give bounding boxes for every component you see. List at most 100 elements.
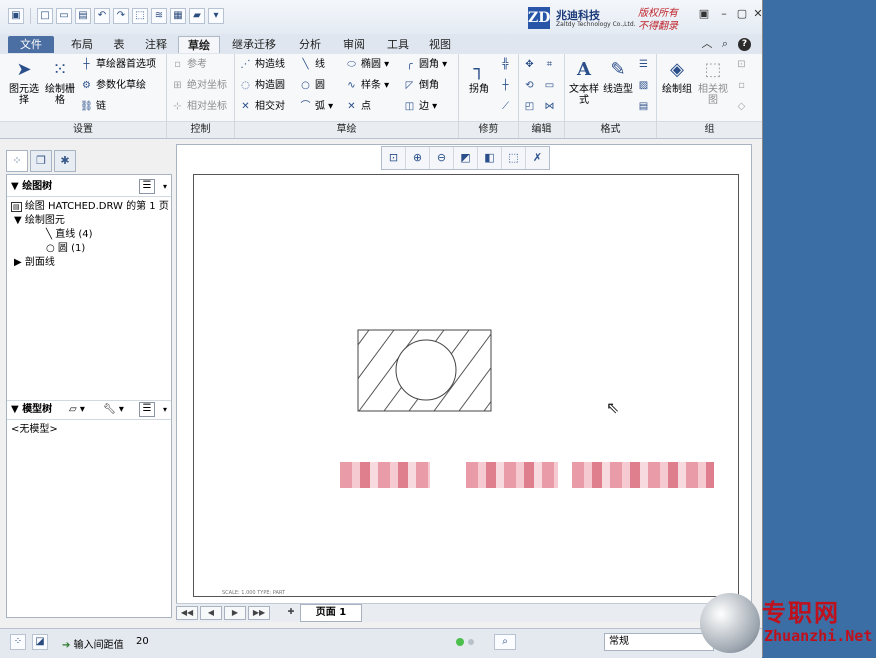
app-icon[interactable]: ▣ xyxy=(8,8,24,24)
group-label-control[interactable]: 控制 xyxy=(167,121,234,138)
browser-toggle-icon[interactable]: ◪ xyxy=(32,634,48,650)
mirror-icon[interactable]: ⋈ xyxy=(543,98,559,116)
group-option-3-icon[interactable]: ◇ xyxy=(735,98,751,116)
corner-button[interactable]: ┐ 拐角 xyxy=(463,58,495,95)
search-icon[interactable]: ⌕ xyxy=(718,38,732,50)
drawing-sheet[interactable]: SCALE: 1.000 TYPE: PART xyxy=(193,174,739,597)
layer-icon[interactable]: ▤ xyxy=(637,98,653,116)
new-icon[interactable]: □ xyxy=(37,8,53,24)
zoom-out-icon[interactable]: ⊖ xyxy=(430,147,454,169)
display-style-icon[interactable]: ◧ xyxy=(478,147,502,169)
group-label-format[interactable]: 格式 xyxy=(565,121,656,138)
chevron-down-icon[interactable]: ▾ xyxy=(163,401,167,419)
construct-line-button[interactable]: ⋰ 构造线 xyxy=(239,56,286,74)
delete-segment-icon[interactable]: ⟋ xyxy=(499,98,515,116)
chevron-down-icon[interactable]: ▾ xyxy=(163,178,167,196)
edge-button[interactable]: ◫ 边 ▾ xyxy=(403,98,437,116)
collapse-model-icon[interactable]: ▼ xyxy=(11,404,19,415)
group-option-2-icon[interactable]: ▫ xyxy=(735,77,751,95)
page-tab[interactable]: 页面 1 xyxy=(300,604,362,622)
move-icon[interactable]: ✥ xyxy=(523,56,539,74)
abs-coord-button[interactable]: ⊞ 绝对坐标 xyxy=(171,77,227,95)
tab-view[interactable]: 视图 xyxy=(420,36,460,53)
sketcher-prefs-button[interactable]: ┼ 草绘器首选项 xyxy=(80,56,156,74)
fillet-button[interactable]: ╭ 圆角 ▾ xyxy=(403,56,447,74)
undo-icon[interactable]: ↶ xyxy=(94,8,110,24)
collapse-ribbon-icon[interactable]: ︿ xyxy=(700,38,714,50)
close-button[interactable]: ✕ xyxy=(751,8,765,20)
group-label-edit[interactable]: 编辑 xyxy=(519,121,564,138)
find-icon[interactable]: ⌕ xyxy=(494,634,516,650)
tools-icon[interactable]: 🔧︎ ▾ xyxy=(103,401,124,419)
prev-page-icon[interactable]: ◀ xyxy=(200,606,222,620)
tree-tab-icon[interactable]: ⁘ xyxy=(6,150,28,172)
tree-root[interactable]: ▤ 绘图 HATCHED.DRW 的第 1 页 xyxy=(11,200,169,214)
filter-select[interactable]: 常规 xyxy=(604,633,714,651)
grid-button[interactable]: ⁙ 绘制栅格 xyxy=(44,58,76,106)
collapse-icon[interactable]: ▼ xyxy=(11,181,19,192)
help-icon[interactable]: ? xyxy=(738,38,751,51)
tab-tools[interactable]: 工具 xyxy=(378,36,418,53)
tab-sketch[interactable]: 草绘 xyxy=(178,36,220,53)
open-icon[interactable]: ▭ xyxy=(56,8,72,24)
group-label-settings[interactable]: 设置 xyxy=(0,121,166,138)
tree-node-section[interactable]: ▶ 剖面线 xyxy=(14,256,55,269)
customize-icon[interactable]: ▾ xyxy=(208,8,224,24)
select-button[interactable]: ➤ 图元选择 xyxy=(8,58,40,106)
related-view-button[interactable]: ⬚ 相关视图 xyxy=(695,58,731,106)
tree-node-circle[interactable]: ○ 圆 (1) xyxy=(46,242,85,255)
regenerate-icon[interactable]: ≋ xyxy=(151,8,167,24)
param-sketch-button[interactable]: ⚙ 参数化草绘 xyxy=(80,77,146,95)
tab-annotate[interactable]: 注释 xyxy=(136,36,176,53)
point-button[interactable]: ✕ 点 xyxy=(345,98,371,116)
datum-display-icon[interactable]: ⬚ xyxy=(502,147,526,169)
stretch-icon[interactable]: ⌗ xyxy=(543,56,559,74)
zoom-fit-icon[interactable]: ⊡ xyxy=(382,147,406,169)
windows-icon[interactable]: ▦ xyxy=(170,8,186,24)
tab-legacy-migration[interactable]: 继承迁移 xyxy=(222,36,286,53)
split-icon[interactable]: ┼ xyxy=(499,77,515,95)
intersect-button[interactable]: ✕ 相交对 xyxy=(239,98,285,116)
spline-button[interactable]: ∿ 样条 ▾ xyxy=(345,77,389,95)
add-page-icon[interactable]: ✚ xyxy=(280,606,302,620)
construct-circle-button[interactable]: ◌ 构造圆 xyxy=(239,77,285,95)
close-window-icon[interactable]: ▰ xyxy=(189,8,205,24)
tab-layout[interactable]: 布局 xyxy=(62,36,102,53)
display-icon[interactable]: ▱ ▾ xyxy=(69,401,85,419)
navigator-toggle-icon[interactable]: ⁘ xyxy=(10,634,26,650)
draw-group-button[interactable]: ◈ 绘制组 xyxy=(659,58,695,95)
layers-tab-icon[interactable]: ❐ xyxy=(30,150,52,172)
app-icon-small[interactable]: ▣ xyxy=(697,8,711,20)
tree-node-sketched[interactable]: ▼ 绘制图元 xyxy=(14,214,65,227)
group-label-trim[interactable]: 修剪 xyxy=(459,121,518,138)
tab-file[interactable]: 文件 xyxy=(8,36,54,53)
group-label-sketch[interactable]: 草绘 xyxy=(235,121,458,138)
model-settings-icon[interactable]: ☰ xyxy=(139,402,155,417)
chamfer-button[interactable]: ◸ 倒角 xyxy=(403,77,439,95)
zoom-in-icon[interactable]: ⊕ xyxy=(406,147,430,169)
first-page-icon[interactable]: ◀◀ xyxy=(176,606,198,620)
line-style-button[interactable]: ✎ 线造型 xyxy=(601,58,635,95)
line-button[interactable]: ╲ 线 xyxy=(299,56,325,74)
pattern-icon[interactable]: ▨ xyxy=(637,77,653,95)
rotate-icon[interactable]: ⟲ xyxy=(523,77,539,95)
hatch-icon[interactable]: ☰ xyxy=(637,56,653,74)
rel-coord-button[interactable]: ⊹ 相对坐标 xyxy=(171,98,227,116)
last-page-icon[interactable]: ▶▶ xyxy=(248,606,270,620)
next-page-icon[interactable]: ▶ xyxy=(224,606,246,620)
ellipse-button[interactable]: ⬭ 椭圆 ▾ xyxy=(345,56,389,74)
divide-icon[interactable]: ╬ xyxy=(499,56,515,74)
reference-button[interactable]: ▫ 参考 xyxy=(171,56,207,74)
scale-icon[interactable]: ▭ xyxy=(543,77,559,95)
maximize-button[interactable]: ▢ xyxy=(735,8,749,20)
translate-icon[interactable]: ◰ xyxy=(523,98,539,116)
circle-button[interactable]: ○ 圆 xyxy=(299,77,325,95)
select-box-icon[interactable]: ⬚ xyxy=(132,8,148,24)
favorites-tab-icon[interactable]: ✱ xyxy=(54,150,76,172)
arc-button[interactable]: ⌒ 弧 ▾ xyxy=(299,98,334,116)
annotation-display-icon[interactable]: ✗ xyxy=(526,147,549,169)
chain-button[interactable]: ⛓ 链 xyxy=(80,98,106,116)
group-label-group[interactable]: 组 xyxy=(657,121,762,138)
redo-icon[interactable]: ↷ xyxy=(113,8,129,24)
minimize-button[interactable]: – xyxy=(717,8,731,20)
